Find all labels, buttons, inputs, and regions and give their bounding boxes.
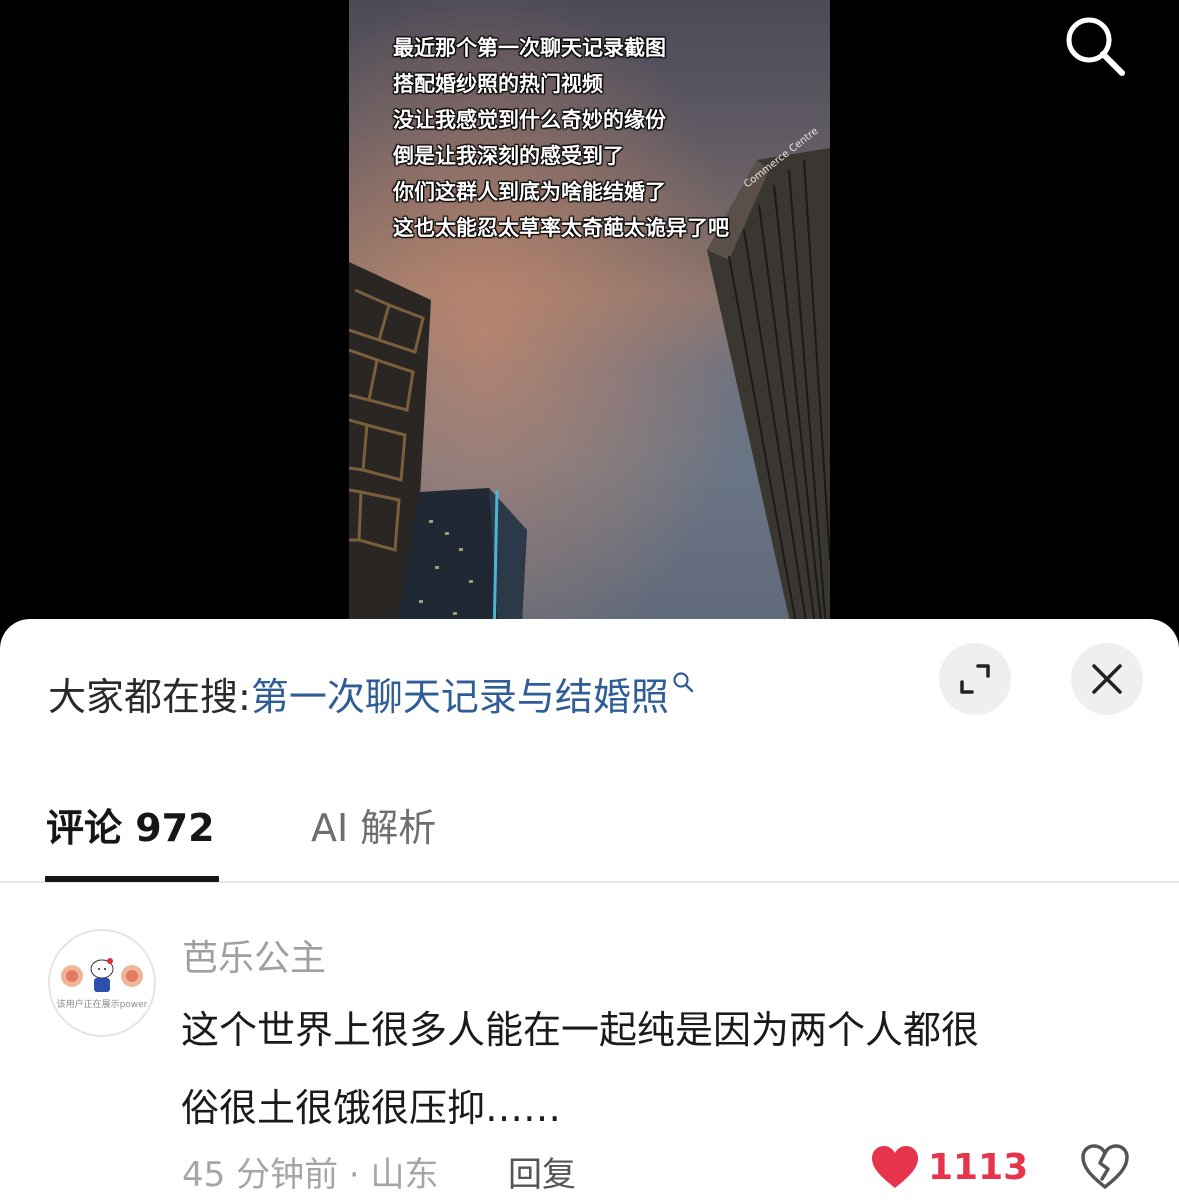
tab-comments[interactable]: 评论 972: [46, 797, 215, 852]
like-button[interactable]: 1113: [870, 1141, 1028, 1193]
close-button[interactable]: [1071, 643, 1143, 715]
comment-username[interactable]: 芭乐公主: [182, 929, 326, 981]
comment-item: 该用户正在展示power 芭乐公主 这个世界上很多人能在一起纯是因为两个人都很 …: [0, 919, 1179, 1203]
trending-search-row: 大家都在搜: 第一次聊天记录与结婚照: [48, 663, 695, 723]
comment-meta: 45 分钟前 · 山东: [182, 1155, 439, 1195]
close-icon: [1092, 664, 1122, 694]
reply-button[interactable]: 回复: [508, 1147, 576, 1196]
caption-line: 这也太能忍太草率太奇葩太诡异了吧: [393, 216, 729, 240]
expand-button[interactable]: [939, 643, 1011, 715]
caption-line: 倒是让我深刻的感受到了: [393, 144, 624, 168]
caption-line: 没让我感觉到什么奇妙的缘份: [393, 108, 666, 132]
sheet-tabs: 评论 972 AI 解析: [0, 769, 1179, 883]
trending-search-link[interactable]: 第一次聊天记录与结婚照: [251, 666, 669, 721]
tab-ai-analysis[interactable]: AI 解析: [311, 797, 436, 852]
broken-heart-icon: [1081, 1144, 1129, 1189]
heart-icon: [872, 1146, 918, 1188]
comment-text-line: 俗很土很饿很压抑……: [181, 1086, 562, 1130]
search-button[interactable]: [1055, 10, 1135, 82]
expand-icon: [960, 664, 990, 694]
dislike-button[interactable]: [1080, 1143, 1130, 1193]
like-count: 1113: [928, 1146, 1029, 1188]
caption-line: 最近那个第一次聊天记录截图: [393, 36, 666, 60]
app-root: Commerce Centre 最近那个第一次聊天记录截图 搭配婚纱照的热门视频…: [0, 0, 1179, 1203]
caption-line: 搭配婚纱照的热门视频: [393, 72, 603, 96]
avatar-image: [61, 958, 143, 992]
trending-search-prefix: 大家都在搜:: [48, 674, 251, 719]
search-icon: [1066, 17, 1125, 76]
caption-line: 你们这群人到底为啥能结婚了: [393, 180, 666, 204]
avatar[interactable]: 该用户正在展示power: [48, 929, 156, 1037]
active-tab-indicator: [45, 876, 219, 882]
comment-text-line: 这个世界上很多人能在一起纯是因为两个人都很: [181, 1008, 980, 1052]
comment-text: 这个世界上很多人能在一起纯是因为两个人都很 俗很土很饿很压抑……: [181, 991, 1141, 1147]
video-area[interactable]: Commerce Centre 最近那个第一次聊天记录截图 搭配婚纱照的热门视频…: [0, 0, 1179, 640]
video-frame[interactable]: Commerce Centre 最近那个第一次聊天记录截图 搭配婚纱照的热门视频…: [349, 0, 830, 640]
search-icon[interactable]: [671, 670, 695, 694]
avatar-caption: 该用户正在展示power: [56, 1000, 148, 1010]
video-caption: 最近那个第一次聊天记录截图 搭配婚纱照的热门视频 没让我感觉到什么奇妙的缘份 倒…: [393, 30, 813, 246]
comments-sheet: 大家都在搜: 第一次聊天记录与结婚照 评论 972 AI 解析 该用户正在展示p…: [0, 619, 1179, 1203]
